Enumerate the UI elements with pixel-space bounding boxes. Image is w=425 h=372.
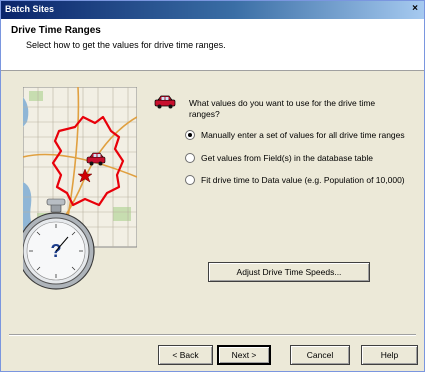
close-icon[interactable]: × [408, 3, 422, 16]
option-manual[interactable]: Manually enter a set of values for all d… [185, 129, 405, 141]
footer-divider [9, 334, 416, 336]
option-manual-label[interactable]: Manually enter a set of values for all d… [201, 130, 405, 140]
page-subheading: Select how to get the values for drive t… [26, 40, 226, 50]
help-button[interactable]: Help [361, 345, 418, 365]
map-illustration-icon: ? [23, 87, 137, 290]
adjust-drive-time-speeds-button[interactable]: Adjust Drive Time Speeds... [208, 262, 370, 282]
option-fields-label[interactable]: Get values from Field(s) in the database… [201, 153, 373, 163]
cancel-button[interactable]: Cancel [290, 345, 350, 365]
back-button[interactable]: < Back [158, 345, 213, 365]
window-title: Batch Sites [5, 4, 55, 14]
option-fit-data-label[interactable]: Fit drive time to Data value (e.g. Popul… [201, 175, 405, 185]
option-fields[interactable]: Get values from Field(s) in the database… [185, 152, 373, 164]
question-text: What values do you want to use for the d… [189, 98, 376, 119]
batch-sites-window: Batch Sites × Drive Time Ranges Select h… [0, 0, 425, 372]
car-icon [154, 95, 176, 109]
option-fit-data-radio[interactable] [185, 175, 195, 185]
page-heading: Drive Time Ranges [11, 25, 101, 36]
next-button[interactable]: Next > [217, 345, 271, 365]
option-fit-data[interactable]: Fit drive time to Data value (e.g. Popul… [185, 174, 405, 186]
option-fields-radio[interactable] [185, 153, 195, 163]
option-manual-radio[interactable] [185, 130, 195, 140]
wizard-header: Drive Time Ranges Select how to get the … [1, 19, 424, 71]
title-bar[interactable]: Batch Sites × [1, 1, 424, 19]
